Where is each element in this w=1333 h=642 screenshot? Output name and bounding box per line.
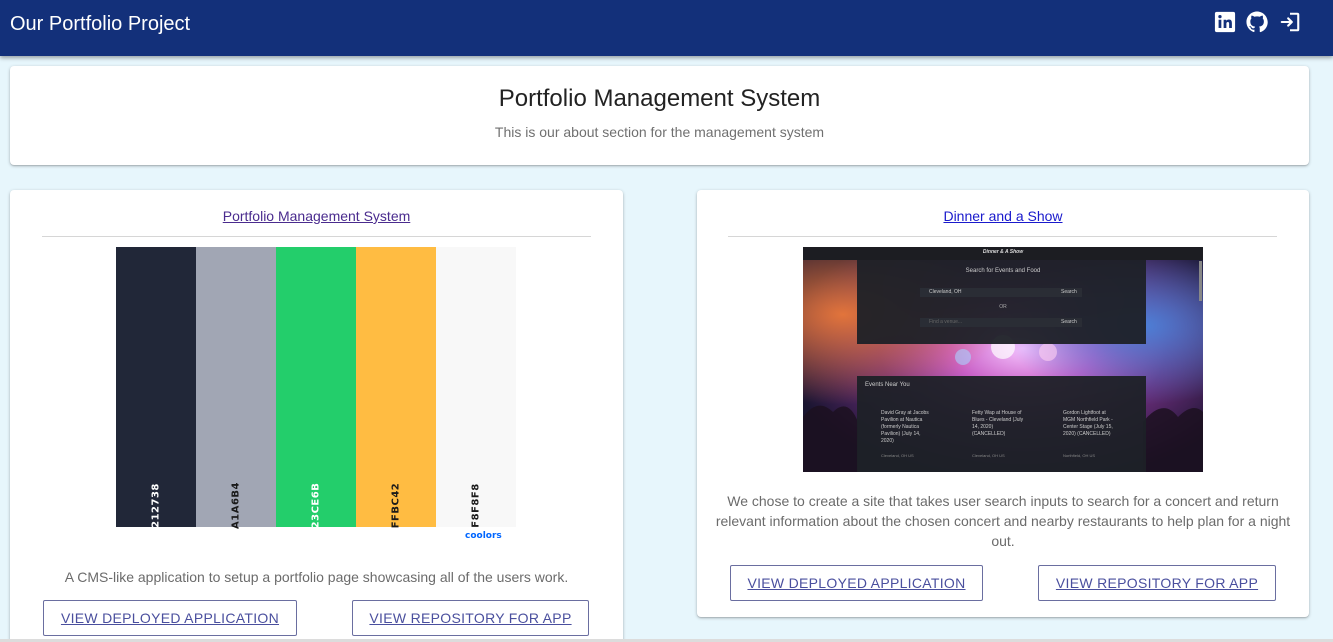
about-text: This is our about section for the manage… [494, 124, 825, 140]
screenshot-event-3-meta: Northfield, OH US [1063, 453, 1096, 458]
about-card: Portfolio Management System This is our … [10, 66, 1309, 165]
project-title-link[interactable]: Portfolio Management System [10, 208, 623, 224]
screenshot-event-3: Gordon Lightfoot at MGM Northfield Park … [1063, 410, 1113, 437]
project-card-portfolio: Portfolio Management System 212738 A1A6B4… [10, 190, 623, 642]
divider [728, 236, 1277, 237]
about-title: Portfolio Management System [498, 85, 821, 112]
view-deployed-button[interactable]: VIEW DEPLOYED APPLICATION [730, 565, 983, 601]
palette-swatch: FFBC42 [356, 247, 436, 529]
project-card-dinner-show: Dinner and a Show Dinner & A Show Search… [697, 190, 1309, 617]
view-repository-button[interactable]: VIEW REPOSITORY FOR APP [352, 600, 589, 636]
screenshot-search-heading: Search for Events and Food [965, 268, 1041, 274]
palette-hex-label: 212738 [150, 483, 162, 528]
github-icon[interactable] [1246, 11, 1268, 33]
coolors-logo: coolors [465, 531, 502, 541]
project-title-link[interactable]: Dinner and a Show [697, 208, 1309, 224]
color-palette-image: 212738 A1A6B4 23CE6B FFBC42 F8F8F8 [116, 247, 516, 529]
view-repository-button[interactable]: VIEW REPOSITORY FOR APP [1038, 565, 1276, 601]
screenshot-event-2: Fetty Wap at House of Blues - Cleveland … [972, 410, 1024, 437]
palette-swatch: 212738 [116, 247, 196, 528]
navbar: Our Portfolio Project [0, 0, 1333, 56]
screenshot-search-button-2: Search [1061, 319, 1077, 325]
brand-title[interactable]: Our Portfolio Project [10, 12, 190, 36]
sign-out-icon[interactable] [1279, 11, 1301, 33]
palette-hex-label: F8F8F8 [470, 483, 482, 528]
palette-hex-label: FFBC42 [390, 482, 402, 529]
project-screenshot: Dinner & A Show Search for Events and Fo… [803, 247, 1203, 472]
screenshot-event-2-meta: Cleveland, OH US [972, 453, 1005, 458]
screenshot-city-value: Cleveland, OH [929, 289, 962, 295]
screenshot-events-heading: Events Near You [865, 382, 910, 388]
project-description: A CMS-like application to setup a portfo… [64, 569, 569, 585]
screenshot-search-button: Search [1061, 289, 1077, 295]
screenshot-food-placeholder: Find a venue... [929, 319, 963, 325]
palette-swatch: A1A6B4 [196, 247, 276, 529]
project-description: We chose to create a site that takes use… [715, 493, 1291, 549]
palette-swatch: 23CE6B [276, 247, 356, 529]
screenshot-or: OR [999, 304, 1007, 310]
palette-hex-label: 23CE6B [310, 482, 322, 529]
palette-swatch: F8F8F8 [436, 247, 516, 528]
screenshot-event-1-meta: Cleveland, OH US [881, 453, 914, 458]
screenshot-event-1: David Gray at Jacobs Pavilion at Nautica… [881, 410, 929, 444]
view-deployed-button[interactable]: VIEW DEPLOYED APPLICATION [43, 600, 297, 636]
concert-background-image [803, 247, 1203, 472]
divider [42, 236, 591, 237]
screenshot-header: Dinner & A Show [982, 249, 1024, 255]
linkedin-icon[interactable] [1214, 11, 1236, 33]
palette-hex-label: A1A6B4 [230, 482, 242, 529]
